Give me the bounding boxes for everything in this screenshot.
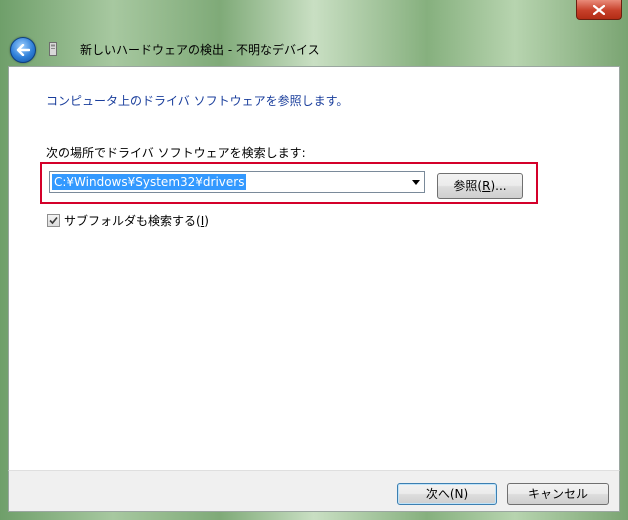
hardware-wizard-icon [49, 42, 57, 56]
cancel-button[interactable]: キャンセル [507, 483, 609, 505]
wizard-content: コンピュータ上のドライバ ソフトウェアを参照します。 次の場所でドライバ ソフト… [8, 66, 620, 470]
close-icon [593, 4, 605, 15]
include-subfolders-label-prefix: サブフォルダも検索する( [64, 214, 201, 228]
browse-label-suffix: )... [490, 179, 507, 193]
browse-button[interactable]: 参照(R)... [437, 173, 523, 199]
wizard-window: 新しいハードウェアの検出 - 不明なデバイス コンピュータ上のドライバ ソフトウ… [0, 0, 628, 520]
checkmark-icon [49, 216, 58, 225]
include-subfolders-option[interactable]: サブフォルダも検索する(I) [47, 212, 209, 229]
window-title: 新しいハードウェアの検出 - 不明なデバイス [80, 43, 320, 57]
close-button[interactable] [576, 0, 622, 20]
page-heading: コンピュータ上のドライバ ソフトウェアを参照します。 [46, 94, 349, 108]
next-button[interactable]: 次へ(N) [397, 483, 497, 505]
include-subfolders-checkbox[interactable] [47, 214, 60, 227]
wizard-footer: 次へ(N) キャンセル [8, 470, 620, 512]
browse-label-prefix: 参照( [453, 179, 483, 193]
driver-path-value[interactable]: C:¥Windows¥System32¥drivers [52, 174, 247, 190]
driver-path-combobox[interactable]: C:¥Windows¥System32¥drivers [49, 171, 425, 193]
search-location-label: 次の場所でドライバ ソフトウェアを検索します: [46, 146, 306, 160]
back-button[interactable] [10, 37, 36, 63]
title-bar: 新しいハードウェアの検出 - 不明なデバイス [0, 0, 628, 66]
chevron-down-icon[interactable] [412, 180, 420, 185]
back-arrow-icon [16, 44, 30, 56]
include-subfolders-label-suffix: ) [204, 213, 209, 228]
